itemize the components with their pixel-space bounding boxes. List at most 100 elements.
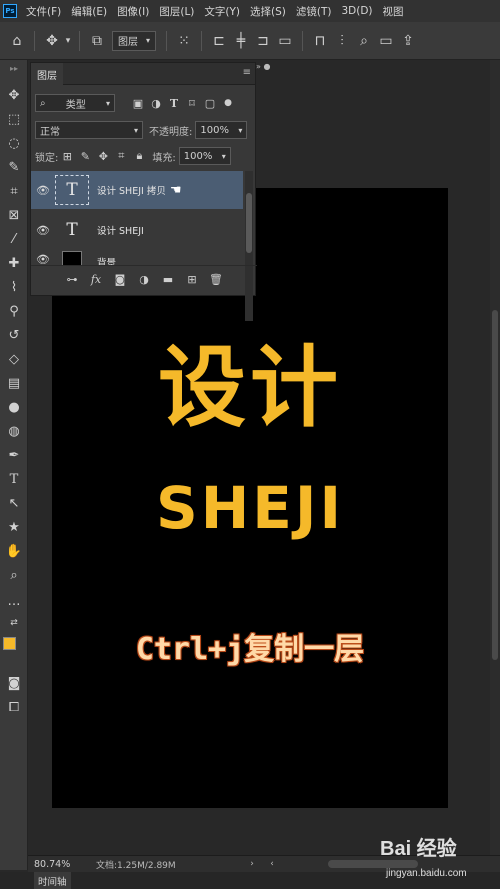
- vertical-scrollbar-thumb[interactable]: [492, 310, 498, 660]
- new-layer-icon[interactable]: ⊞: [180, 273, 204, 286]
- opacity-field[interactable]: 100% ▾: [195, 121, 248, 139]
- layers-scrollbar-thumb[interactable]: [246, 193, 252, 253]
- lock-all-icon[interactable]: 🔒︎: [130, 149, 148, 163]
- path-select-tool-icon[interactable]: ↖: [2, 492, 26, 514]
- brush-tool-icon[interactable]: ⌇: [2, 276, 26, 298]
- zoom-level[interactable]: 80.74%: [34, 859, 96, 870]
- crop-tool-icon[interactable]: ⌗: [2, 180, 26, 202]
- zoom-tool-icon[interactable]: ⌕: [2, 564, 26, 586]
- link-layers-icon[interactable]: ⊶: [60, 273, 84, 286]
- menu-layer[interactable]: 图层(L): [159, 4, 194, 19]
- caption-overlay-text: Ctrl+j复制一层: [135, 632, 365, 667]
- filter-pixel-icon[interactable]: ▣: [129, 97, 147, 110]
- shape-tool-icon[interactable]: ★: [2, 516, 26, 538]
- quick-mask-icon[interactable]: ◙: [2, 672, 26, 694]
- foreground-color-swatch[interactable]: [3, 637, 16, 650]
- align-middle-icon[interactable]: ⫶: [331, 33, 353, 49]
- swap-colors-icon[interactable]: ⇄: [2, 612, 26, 634]
- lock-artboard-icon[interactable]: ⌗: [112, 149, 130, 163]
- divider: [166, 30, 168, 51]
- watermark-url: jingyan.baidu.com: [386, 868, 467, 879]
- align-right-icon[interactable]: ⊐: [252, 33, 274, 49]
- adjustment-layer-icon[interactable]: ◑: [132, 273, 156, 286]
- eraser-tool-icon[interactable]: ◇: [2, 348, 26, 370]
- eye-icon[interactable]: 👁︎: [31, 184, 55, 197]
- chevron-left-icon[interactable]: ‹: [266, 859, 278, 869]
- chevron-down-icon[interactable]: ▾: [63, 36, 73, 46]
- layer-row-copy[interactable]: 👁︎ T 设计 SHEJI 拷贝 ☚: [31, 171, 243, 209]
- menu-file[interactable]: 文件(F): [26, 4, 61, 19]
- fx-icon[interactable]: fx: [84, 273, 108, 286]
- filter-adjustment-icon[interactable]: ◑: [147, 97, 165, 110]
- frame-tool-icon[interactable]: ⊠: [2, 204, 26, 226]
- align-center-icon[interactable]: ╪: [230, 33, 252, 49]
- layer-row-text[interactable]: 👁︎ T 设计 SHEJI: [31, 211, 243, 249]
- home-icon[interactable]: ⌂: [6, 33, 28, 49]
- transform-controls-icon[interactable]: ⁙: [173, 33, 195, 49]
- gradient-tool-icon[interactable]: ▤: [2, 372, 26, 394]
- menu-3d[interactable]: 3D(D): [341, 5, 372, 17]
- document-info: 文档:1.25M/2.89M: [96, 860, 176, 871]
- search-icon[interactable]: ⌕: [353, 33, 375, 49]
- menu-image[interactable]: 图像(I): [117, 4, 149, 19]
- align-top-icon[interactable]: ⊓: [309, 33, 331, 49]
- blend-mode-dropdown[interactable]: 正常 ▾: [35, 121, 143, 139]
- eye-icon[interactable]: 👁︎: [31, 224, 55, 237]
- type-tool-icon[interactable]: T: [2, 468, 26, 490]
- timeline-tab[interactable]: 时间轴: [34, 872, 71, 889]
- chevron-down-icon: ▾: [133, 125, 138, 135]
- filter-toggle-icon[interactable]: ●: [219, 98, 237, 108]
- vertical-scrollbar[interactable]: [490, 60, 500, 855]
- layers-panel-footer: ⊶ fx ◙ ◑ ▬ ⊞ 🗑︎: [31, 265, 257, 293]
- layers-tab[interactable]: 图层: [31, 63, 63, 85]
- lock-transparent-icon[interactable]: ⊞: [58, 150, 76, 163]
- screen-mode-icon[interactable]: ⧠: [2, 696, 26, 718]
- clone-stamp-tool-icon[interactable]: ⚲: [2, 300, 26, 322]
- trash-icon[interactable]: 🗑︎: [204, 273, 228, 286]
- move-icon[interactable]: ✥: [41, 33, 63, 49]
- chevron-right-icon[interactable]: ›: [246, 859, 258, 869]
- lasso-tool-icon[interactable]: ◌: [2, 132, 26, 154]
- document-tab-arrows[interactable]: » ●: [256, 62, 278, 74]
- layer-row-background[interactable]: 👁︎ 背景: [31, 249, 243, 265]
- move-tool-icon[interactable]: ✥: [2, 84, 26, 106]
- quick-select-tool-icon[interactable]: ✎: [2, 156, 26, 178]
- hand-tool-icon[interactable]: ✋: [2, 540, 26, 562]
- eye-icon[interactable]: 👁︎: [31, 253, 55, 265]
- options-bar: ⌂ ✥ ▾ ⧉ 图层 ▾ ⁙ ⊏ ╪ ⊐ ▭ ⊓ ⫶ ⌕ ▭ ⇪: [0, 22, 500, 60]
- photoshop-logo-icon[interactable]: Ps: [3, 4, 17, 18]
- distribute-icon[interactable]: ▭: [274, 33, 296, 49]
- hand-cursor-icon: ☚: [169, 182, 182, 198]
- align-left-icon[interactable]: ⊏: [208, 33, 230, 49]
- dodge-tool-icon[interactable]: ◍: [2, 420, 26, 442]
- auto-select-icon[interactable]: ⧉: [86, 33, 108, 49]
- layer-filter-dropdown[interactable]: ⌕ 类型 ▾: [35, 94, 115, 112]
- workspace-icon[interactable]: ▭: [375, 33, 397, 49]
- menu-type[interactable]: 文字(Y): [204, 4, 240, 19]
- blur-tool-icon[interactable]: ●: [2, 396, 26, 418]
- healing-tool-icon[interactable]: ✚: [2, 252, 26, 274]
- menu-edit[interactable]: 编辑(E): [71, 4, 107, 19]
- menu-select[interactable]: 选择(S): [250, 4, 286, 19]
- marquee-tool-icon[interactable]: ⬚: [2, 108, 26, 130]
- panel-menu-icon[interactable]: ≡: [243, 67, 251, 78]
- layers-scrollbar[interactable]: [245, 171, 253, 321]
- fill-field[interactable]: 100% ▾: [178, 147, 231, 165]
- menu-filter[interactable]: 滤镜(T): [296, 4, 332, 19]
- eyedropper-tool-icon[interactable]: ⁄: [2, 228, 26, 250]
- lock-pixels-icon[interactable]: ✎: [76, 150, 94, 163]
- new-group-icon[interactable]: ▬: [156, 273, 180, 286]
- add-mask-icon[interactable]: ◙: [108, 273, 132, 286]
- filter-smart-object-icon[interactable]: ▢: [201, 97, 219, 110]
- more-tools-icon[interactable]: …: [2, 590, 26, 612]
- history-brush-tool-icon[interactable]: ↺: [2, 324, 26, 346]
- opacity-label: 不透明度:: [149, 126, 193, 138]
- panel-grip-icon[interactable]: ▸▸: [2, 64, 26, 73]
- pen-tool-icon[interactable]: ✒: [2, 444, 26, 466]
- layer-select-dropdown[interactable]: 图层 ▾: [112, 30, 157, 51]
- lock-position-icon[interactable]: ✥: [94, 150, 112, 163]
- menu-view[interactable]: 视图: [383, 4, 404, 19]
- filter-shape-icon[interactable]: ⌑: [183, 97, 201, 110]
- share-icon[interactable]: ⇪: [397, 33, 419, 49]
- filter-type-icon[interactable]: T: [165, 97, 183, 110]
